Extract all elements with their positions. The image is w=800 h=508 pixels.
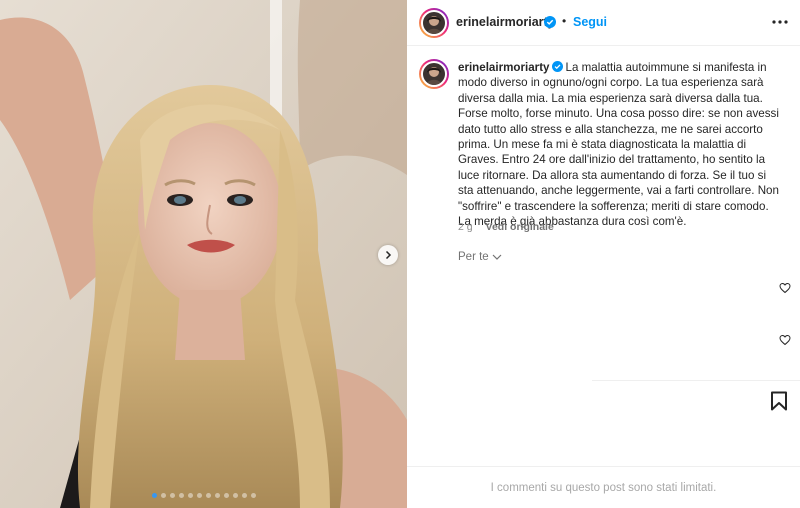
caption-text: La malattia autoimmune si manifesta in m…: [458, 61, 779, 229]
caption-text-block: erinelairmoriarty La malattia autoimmune …: [458, 60, 784, 229]
actions-divider: [592, 380, 800, 381]
footer-divider: [407, 466, 800, 467]
post-side-panel: erinelairmoriarty • Segui erinelairmoria…: [407, 0, 800, 508]
carousel-dot: [241, 493, 247, 498]
carousel-dot: [169, 493, 175, 498]
carousel-dot: [250, 493, 256, 498]
heart-icon[interactable]: [779, 334, 791, 346]
post-media[interactable]: [0, 0, 407, 508]
header-separator: •: [562, 14, 567, 28]
carousel-dot: [214, 493, 220, 498]
more-horizontal-icon: [772, 20, 788, 24]
carousel-dot: [223, 493, 229, 498]
carousel-dot: [151, 493, 157, 498]
follow-button[interactable]: Segui: [573, 15, 607, 29]
carousel-dot: [178, 493, 184, 498]
post-header: erinelairmoriarty • Segui: [407, 0, 800, 46]
heart-icon[interactable]: [779, 282, 791, 294]
chevron-down-icon: [492, 254, 502, 260]
caption-username[interactable]: erinelairmoriarty: [458, 61, 550, 74]
caption-meta: 2 g Vedi originale: [458, 221, 554, 233]
post-photo: [0, 0, 407, 508]
carousel-dot: [187, 493, 193, 498]
author-avatar[interactable]: [419, 8, 449, 38]
comment-filter-dropdown[interactable]: Per te: [458, 251, 502, 263]
caption-avatar[interactable]: [419, 59, 449, 89]
next-slide-button[interactable]: [378, 245, 398, 265]
comment-filter-label: Per te: [458, 251, 489, 263]
chevron-right-icon: [385, 250, 392, 260]
comments-limited-message: I commenti su questo post sono stati lim…: [490, 482, 717, 494]
post-time: 2 g: [458, 221, 473, 233]
carousel-dot: [160, 493, 166, 498]
author-username[interactable]: erinelairmoriarty: [456, 15, 555, 29]
carousel-indicator: [0, 493, 407, 498]
verified-badge-icon: [551, 61, 563, 72]
carousel-dot: [196, 493, 202, 498]
bookmark-icon[interactable]: [770, 391, 788, 411]
more-options-button[interactable]: [771, 13, 789, 31]
see-original-link[interactable]: Vedi originale: [486, 221, 554, 233]
carousel-dot: [232, 493, 238, 498]
verified-badge-icon: [544, 16, 556, 28]
carousel-dot: [205, 493, 211, 498]
